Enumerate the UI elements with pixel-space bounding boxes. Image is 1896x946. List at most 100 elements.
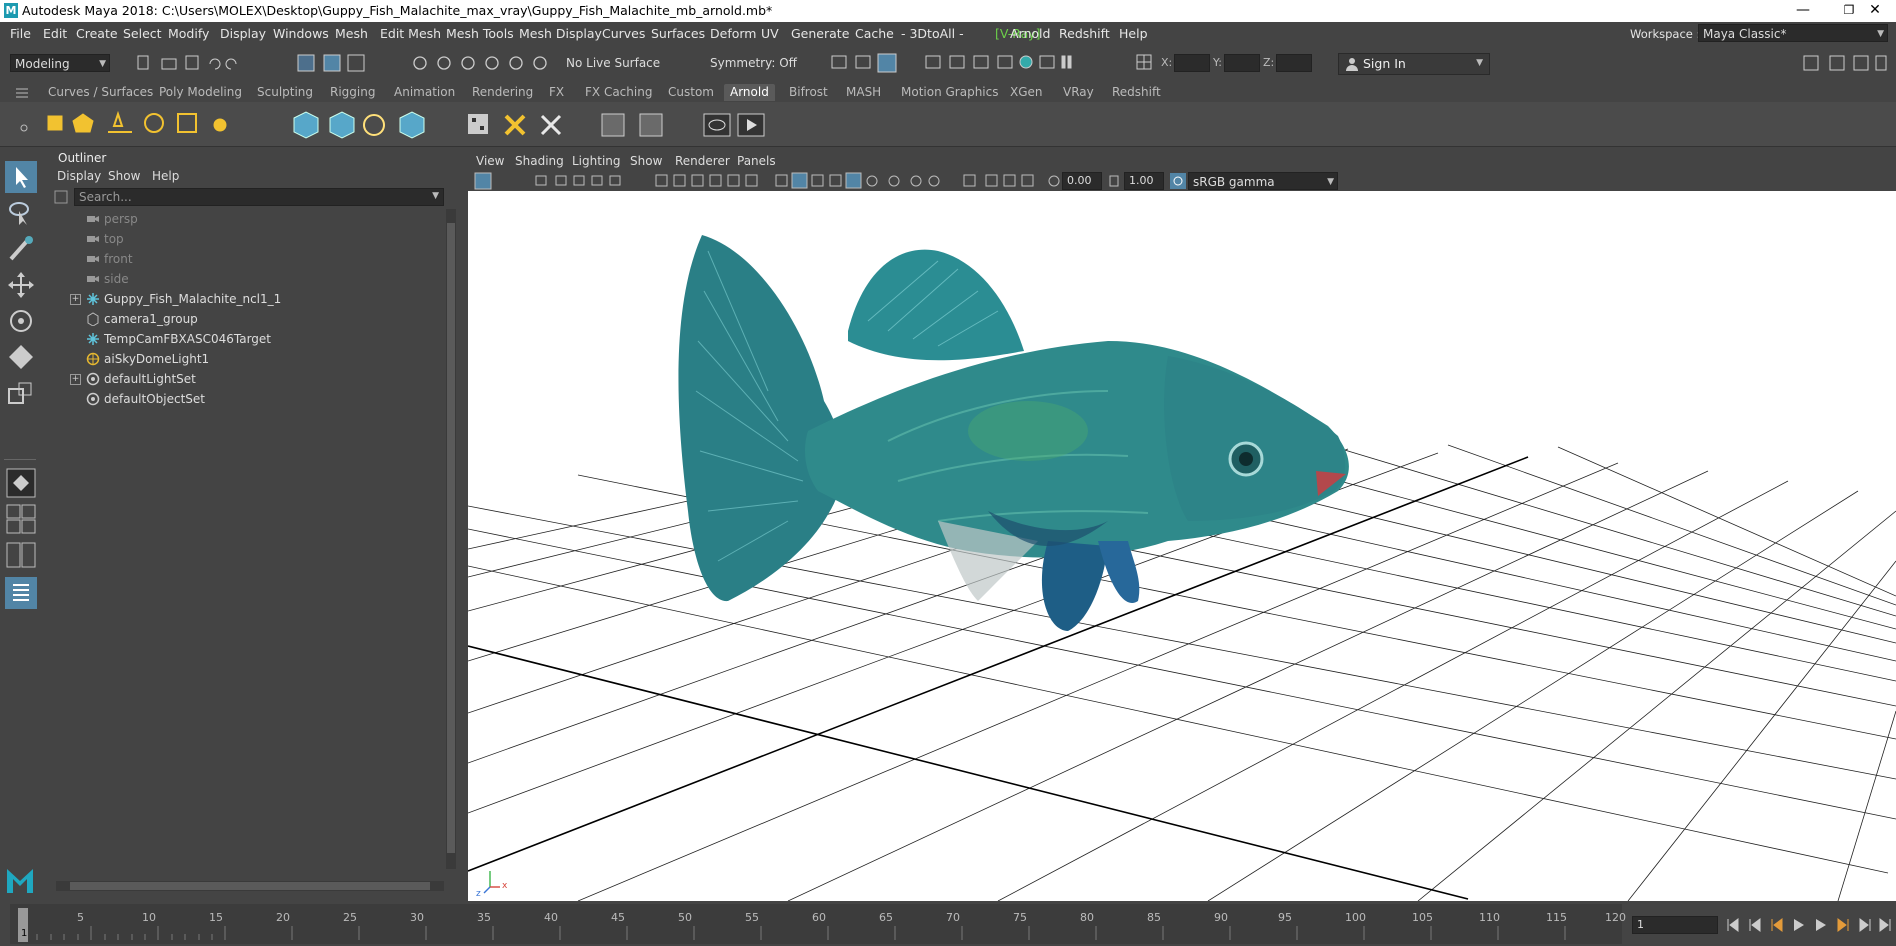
outliner-item-defaultobjectset[interactable]: defaultObjectSet — [42, 389, 442, 409]
menu-display[interactable]: Display — [220, 26, 266, 41]
menu-create[interactable]: Create — [76, 26, 118, 41]
menu-file[interactable]: File — [10, 26, 31, 41]
shelf-tab-animation[interactable]: Animation — [388, 84, 461, 101]
menu-edit-mesh[interactable]: Edit Mesh — [380, 26, 441, 41]
shelf-tab-bifrost[interactable]: Bifrost — [783, 84, 834, 101]
scrollbar-thumb[interactable] — [447, 223, 455, 853]
menu-generate[interactable]: Generate — [791, 26, 849, 41]
scrollbar-thumb[interactable] — [70, 882, 430, 890]
viewport-menu-show[interactable]: Show — [630, 154, 662, 168]
tick-label: 55 — [745, 911, 759, 924]
scale-tool-icon[interactable] — [5, 341, 37, 373]
paint-select-tool-icon[interactable] — [5, 233, 37, 265]
time-slider-track[interactable]: 1 5 10 15 20 25 30 35 40 45 50 55 60 65 … — [10, 904, 1626, 944]
snap-grid-icon — [413, 56, 427, 70]
sign-in-button[interactable]: Sign In ▼ — [1338, 53, 1490, 75]
lasso-tool-icon[interactable] — [5, 197, 37, 229]
outliner-item-top[interactable]: top — [42, 229, 442, 249]
shelf-options-icon[interactable] — [18, 116, 30, 132]
shelf-tab-fx[interactable]: FX — [543, 84, 570, 101]
viewport-menu-shading[interactable]: Shading — [515, 154, 564, 168]
outliner-item-tempcam-target[interactable]: TempCamFBXASC046Target — [42, 329, 442, 349]
menu-mesh-tools[interactable]: Mesh Tools — [446, 26, 514, 41]
outliner-menu-help[interactable]: Help — [152, 169, 179, 183]
menu-deform[interactable]: Deform — [710, 26, 756, 41]
menu-surfaces[interactable]: Surfaces — [651, 26, 705, 41]
shelf-tab-vray[interactable]: VRay — [1057, 84, 1100, 101]
symmetry-dropdown[interactable]: Symmetry: Off — [706, 54, 806, 72]
menu-curves[interactable]: Curves — [602, 26, 645, 41]
shelf-tab-motion-graphics[interactable]: Motion Graphics — [895, 84, 1005, 101]
outliner-search-input[interactable]: Search... ▼ — [74, 188, 444, 206]
last-tool-icon[interactable] — [5, 377, 37, 409]
shelf-tab-mash[interactable]: MASH — [840, 84, 887, 101]
select-tool-icon[interactable] — [5, 161, 37, 193]
transform-constraint-icon[interactable] — [1134, 52, 1156, 74]
viewport-menu-lighting[interactable]: Lighting — [572, 154, 621, 168]
shelf-tab-curves-surfaces[interactable]: Curves / Surfaces — [42, 84, 159, 101]
outliner-menu-show[interactable]: Show — [108, 169, 140, 183]
live-surface-field[interactable]: No Live Surface — [562, 54, 662, 72]
outliner-item-side[interactable]: side — [42, 269, 442, 289]
menu-redshift[interactable]: Redshift — [1059, 26, 1110, 41]
expand-icon[interactable]: + — [70, 294, 81, 305]
viewport-menu-panels[interactable]: Panels — [737, 154, 776, 168]
outliner-item-camera1-group[interactable]: camera1_group — [42, 309, 442, 329]
exposure-field[interactable]: 0.00 — [1062, 172, 1102, 190]
menu-cache[interactable]: Cache — [855, 26, 894, 41]
minimize-button[interactable]: — — [1780, 0, 1826, 22]
menuset-dropdown[interactable]: Modeling ▼ — [10, 54, 110, 72]
menu-arnold[interactable]: Arnold — [1010, 26, 1050, 41]
single-perspective-layout-icon[interactable] — [5, 467, 37, 499]
shelf-tab-sculpting[interactable]: Sculpting — [251, 84, 319, 101]
outliner-item-persp[interactable]: persp — [42, 209, 442, 229]
gamma-field[interactable]: 1.00 — [1124, 172, 1164, 190]
shelf-menu-icon[interactable] — [14, 86, 30, 98]
outliner-vertical-scrollbar[interactable] — [446, 209, 456, 869]
shelf-tab-rendering[interactable]: Rendering — [466, 84, 539, 101]
menu-3dtoall[interactable]: - 3DtoAll - — [901, 26, 964, 41]
shelf-tab-rigging[interactable]: Rigging — [324, 84, 381, 101]
color-management-icon[interactable] — [1170, 173, 1186, 189]
menu-edit[interactable]: Edit — [43, 26, 67, 41]
y-field[interactable] — [1224, 54, 1260, 72]
close-button[interactable]: ✕ — [1852, 0, 1896, 22]
time-slider[interactable]: 1 5 10 15 20 25 30 35 40 45 50 55 60 65 … — [0, 902, 1896, 946]
outliner-item-front[interactable]: front — [42, 249, 442, 269]
z-field[interactable] — [1276, 54, 1312, 72]
menu-mesh[interactable]: Mesh — [335, 26, 368, 41]
outliner-item-defaultlightset[interactable]: + defaultLightSet — [42, 369, 442, 389]
menu-modify[interactable]: Modify — [168, 26, 209, 41]
menu-mesh-display[interactable]: Mesh Display — [519, 26, 602, 41]
outliner-menu-display[interactable]: Display — [57, 169, 101, 183]
menu-help[interactable]: Help — [1119, 26, 1148, 41]
shelf-tab-custom[interactable]: Custom — [662, 84, 720, 101]
move-tool-icon[interactable] — [5, 269, 37, 301]
expand-icon[interactable]: + — [70, 374, 81, 385]
outliner-filter-icon[interactable] — [54, 190, 68, 204]
shelf-tab-poly-modeling[interactable]: Poly Modeling — [153, 84, 248, 101]
outliner-item-aiskydomelight1[interactable]: aiSkyDomeLight1 — [42, 349, 442, 369]
shelf-tab-redshift[interactable]: Redshift — [1106, 84, 1167, 101]
four-view-layout-icon[interactable] — [5, 503, 37, 535]
color-space-dropdown[interactable]: sRGB gamma ▼ — [1188, 172, 1338, 190]
shelf-tab-arnold[interactable]: Arnold — [724, 84, 775, 101]
outliner-layout-icon[interactable] — [5, 577, 37, 609]
x-field[interactable] — [1174, 54, 1210, 72]
rotate-tool-icon[interactable] — [5, 305, 37, 337]
menu-uv[interactable]: UV — [761, 26, 779, 41]
menu-windows[interactable]: Windows — [273, 26, 329, 41]
viewport-menu-view[interactable]: View — [476, 154, 504, 168]
viewport-menu-renderer[interactable]: Renderer — [675, 154, 730, 168]
perspective-viewport[interactable]: x z — [468, 191, 1896, 901]
outliner-item-guppy-fish[interactable]: + Guppy_Fish_Malachite_ncl1_1 — [42, 289, 442, 309]
wireframe-icon — [775, 174, 788, 187]
shelf-tab-xgen[interactable]: XGen — [1004, 84, 1049, 101]
current-frame-field[interactable]: 1 — [1632, 916, 1718, 934]
menu-select[interactable]: Select — [123, 26, 162, 41]
shelf-tab-fx-caching[interactable]: FX Caching — [579, 84, 658, 101]
outliner-horizontal-scrollbar[interactable] — [56, 881, 444, 891]
2d-pan-zoom-icon — [591, 175, 603, 186]
workspace-dropdown[interactable]: Maya Classic* ▼ — [1698, 24, 1888, 42]
persp-outliner-layout-icon[interactable] — [5, 539, 37, 571]
